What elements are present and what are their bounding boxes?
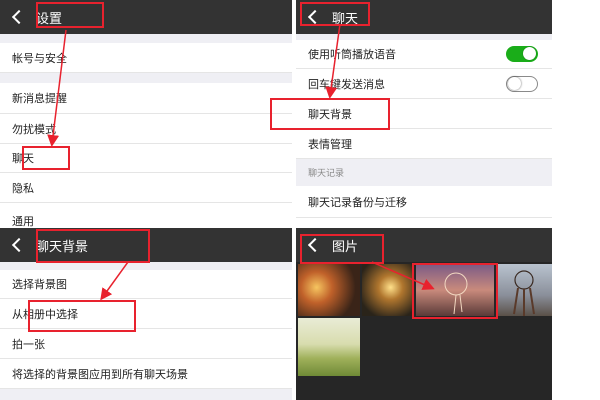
photos-title-bar: 图片: [296, 228, 552, 262]
settings-item-dnd[interactable]: 勿扰模式: [0, 114, 292, 144]
chevron-left-icon[interactable]: [11, 237, 27, 253]
chat-bg-item-album[interactable]: 从相册中选择: [0, 299, 292, 329]
chat-item-background[interactable]: 聊天背景: [296, 99, 552, 129]
chevron-left-icon[interactable]: [11, 9, 27, 25]
dreamcatcher-sky-photo[interactable]: [496, 264, 552, 316]
chat-history-section-header: 聊天记录: [296, 159, 552, 186]
chat-bg-title-bar: 聊天背景: [0, 228, 292, 262]
settings-item-chat[interactable]: 聊天: [0, 144, 292, 173]
settings-item-account[interactable]: 帐号与安全: [0, 43, 292, 73]
chat-title: 聊天: [332, 11, 359, 27]
settings-title-bar: 设置: [0, 0, 292, 34]
chat-item-stickers[interactable]: 表情管理: [296, 129, 552, 159]
dreamcatcher-sunset-photo[interactable]: [416, 264, 494, 316]
chat-item-enter-send[interactable]: 回车键发送消息: [296, 69, 552, 99]
field-landscape-photo[interactable]: [298, 318, 360, 376]
chevron-left-icon[interactable]: [307, 237, 323, 253]
enter-send-toggle[interactable]: [506, 75, 538, 92]
earpiece-toggle[interactable]: [506, 46, 538, 62]
settings-item-general[interactable]: 通用: [0, 210, 292, 228]
sunset-photo[interactable]: [298, 264, 360, 316]
chat-title-bar: 聊天: [296, 0, 552, 34]
chat-item-backup[interactable]: 聊天记录备份与迁移: [296, 186, 552, 218]
photos-title: 图片: [332, 239, 359, 255]
chat-bg-item-apply-all[interactable]: 将选择的背景图应用到所有聊天场景: [0, 359, 292, 389]
photos-panel: 图片: [296, 228, 552, 400]
settings-title: 设置: [36, 11, 63, 27]
forest-light-photo[interactable]: [362, 264, 414, 316]
settings-panel: 设置 帐号与安全 新消息提醒 勿扰模式 聊天 隐私 通用: [0, 0, 292, 228]
chat-settings-panel: 聊天 使用听筒播放语音 回车键发送消息 聊天背景 表情管理 聊天记录 聊天记录备…: [296, 0, 552, 228]
chat-bg-item-camera[interactable]: 拍一张: [0, 329, 292, 359]
settings-item-notifications[interactable]: 新消息提醒: [0, 83, 292, 114]
chat-bg-title: 聊天背景: [36, 239, 89, 255]
chat-item-earpiece[interactable]: 使用听筒播放语音: [296, 40, 552, 69]
chat-background-panel: 聊天背景 选择背景图 从相册中选择 拍一张 将选择的背景图应用到所有聊天场景: [0, 228, 292, 400]
chat-bg-item-select[interactable]: 选择背景图: [0, 270, 292, 299]
settings-item-privacy[interactable]: 隐私: [0, 173, 292, 203]
chevron-left-icon[interactable]: [307, 9, 323, 25]
